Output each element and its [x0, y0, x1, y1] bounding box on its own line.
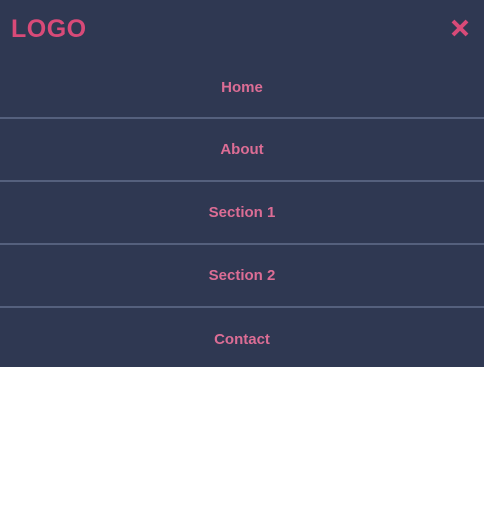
- nav-item-contact[interactable]: Contact: [0, 308, 484, 370]
- nav-item-section-2[interactable]: Section 2: [0, 245, 484, 308]
- close-button[interactable]: [448, 14, 472, 42]
- nav-item-label[interactable]: Section 1: [209, 204, 276, 221]
- menu-header: LOGO: [0, 0, 484, 57]
- nav-item-label[interactable]: About: [220, 141, 263, 158]
- mobile-menu-panel: LOGO Home About Section 1 Section 2 Cont…: [0, 0, 484, 367]
- logo[interactable]: LOGO: [11, 14, 87, 44]
- nav-item-label[interactable]: Home: [221, 79, 263, 96]
- nav-item-home[interactable]: Home: [0, 57, 484, 119]
- close-icon[interactable]: [450, 18, 470, 38]
- nav-item-label[interactable]: Section 2: [209, 267, 276, 284]
- nav-menu: Home About Section 1 Section 2 Contact: [0, 57, 484, 370]
- nav-item-section-1[interactable]: Section 1: [0, 182, 484, 245]
- nav-item-about[interactable]: About: [0, 119, 484, 182]
- nav-item-label[interactable]: Contact: [214, 331, 270, 348]
